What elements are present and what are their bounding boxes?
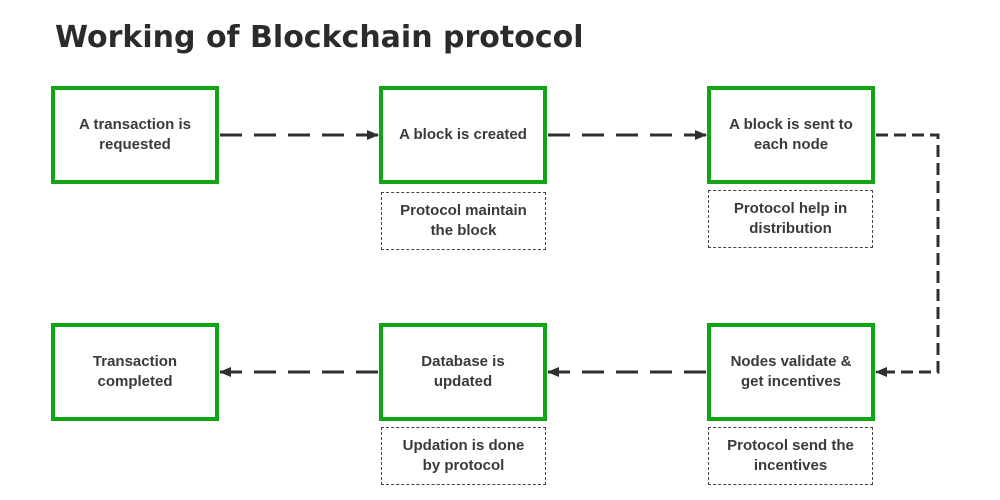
step-block-sent: A block is sent to each node: [707, 86, 875, 184]
note-text: Protocol help in distribution: [733, 200, 848, 237]
note-text: Protocol maintain the block: [400, 202, 527, 239]
note-updation: Updation is done by protocol: [381, 427, 546, 485]
step-label: A block is created: [399, 126, 527, 143]
note-protocol-distribution: Protocol help in distribution: [708, 190, 873, 248]
step-block-created: A block is created: [379, 86, 547, 184]
note-incentives: Protocol send the incentives: [708, 427, 873, 485]
step-transaction-requested: A transaction is requested: [51, 86, 219, 184]
step-label: Nodes validate & get incentives: [730, 353, 852, 390]
step-label: Database is updated: [421, 353, 505, 390]
step-label: A block is sent to each node: [729, 116, 853, 153]
step-label: Transaction completed: [92, 353, 178, 390]
step-database-updated: Database is updated: [379, 323, 547, 421]
note-protocol-maintain: Protocol maintain the block: [381, 192, 546, 250]
connectors: [219, 130, 940, 377]
connector-3-to-4: [875, 133, 940, 377]
step-nodes-validate: Nodes validate & get incentives: [707, 323, 875, 421]
note-text: Protocol send the incentives: [727, 437, 854, 474]
note-text: Updation is done by protocol: [402, 437, 525, 474]
step-label: A transaction is requested: [79, 116, 191, 153]
step-transaction-completed: Transaction completed: [51, 323, 219, 421]
